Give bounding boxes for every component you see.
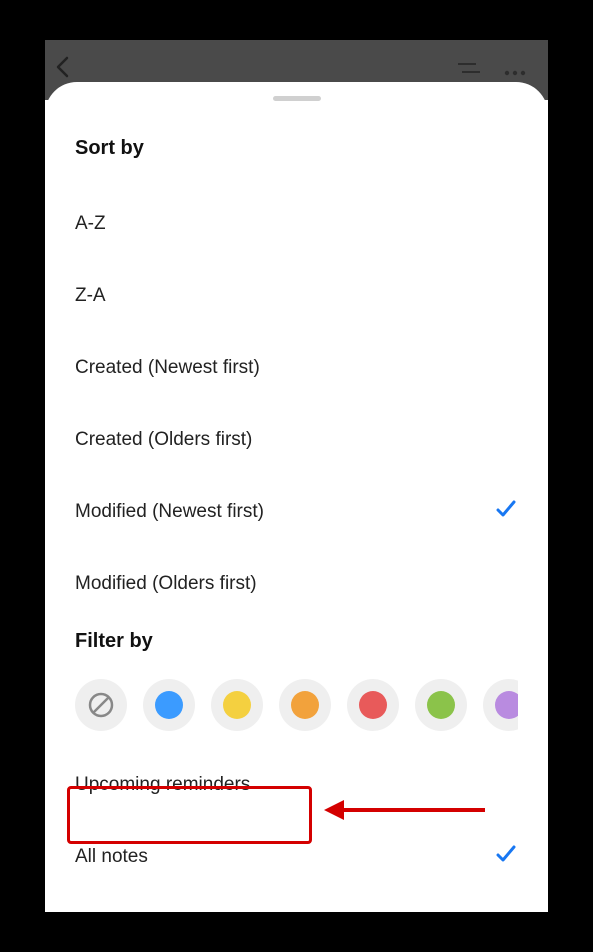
sort-option-label: Modified (Newest first) — [75, 501, 264, 523]
color-dot — [291, 691, 319, 719]
color-dot — [223, 691, 251, 719]
filter-option[interactable]: All notes — [75, 821, 518, 893]
sort-option-label: Created (Newest first) — [75, 357, 260, 379]
sort-option-label: Created (Olders first) — [75, 429, 252, 451]
color-filter-blue[interactable] — [143, 679, 195, 731]
sort-option[interactable]: Modified (Olders first) — [75, 548, 518, 620]
color-dot — [427, 691, 455, 719]
color-filter-row — [75, 679, 518, 731]
color-filter-yellow[interactable] — [211, 679, 263, 731]
color-filter-purple[interactable] — [483, 679, 518, 731]
phone-frame: Sort by A-Z Z-A Created (Newest first) Crea… — [45, 40, 548, 912]
no-color-icon — [87, 691, 115, 719]
sort-option[interactable]: Created (Olders first) — [75, 404, 518, 476]
filter-option[interactable]: Upcoming reminders — [75, 749, 518, 821]
sort-option[interactable]: Z-A — [75, 260, 518, 332]
color-filter-red[interactable] — [347, 679, 399, 731]
sort-section-title: Sort by — [75, 137, 518, 160]
sort-option[interactable]: Created (Newest first) — [75, 332, 518, 404]
color-dot — [495, 691, 518, 719]
checkmark-icon — [494, 497, 518, 528]
sort-option[interactable]: A-Z — [75, 188, 518, 260]
color-filter-green[interactable] — [415, 679, 467, 731]
sort-option-label: A-Z — [75, 213, 106, 235]
bottom-sheet: Sort by A-Z Z-A Created (Newest first) Crea… — [45, 82, 548, 912]
checkmark-icon — [494, 842, 518, 873]
color-filter-none[interactable] — [75, 679, 127, 731]
filter-section-title: Filter by — [75, 630, 518, 653]
color-dot — [155, 691, 183, 719]
sort-icon — [458, 60, 480, 81]
sort-option-label: Modified (Olders first) — [75, 573, 257, 595]
filter-option-label: Upcoming reminders — [75, 774, 250, 796]
color-filter-orange[interactable] — [279, 679, 331, 731]
color-dot — [359, 691, 387, 719]
sort-option-label: Z-A — [75, 285, 106, 307]
sheet-grabber[interactable] — [273, 96, 321, 101]
more-icon — [504, 60, 526, 81]
sort-option[interactable]: Modified (Newest first) — [75, 476, 518, 548]
filter-option-label: All notes — [75, 846, 148, 868]
back-icon — [55, 56, 69, 84]
